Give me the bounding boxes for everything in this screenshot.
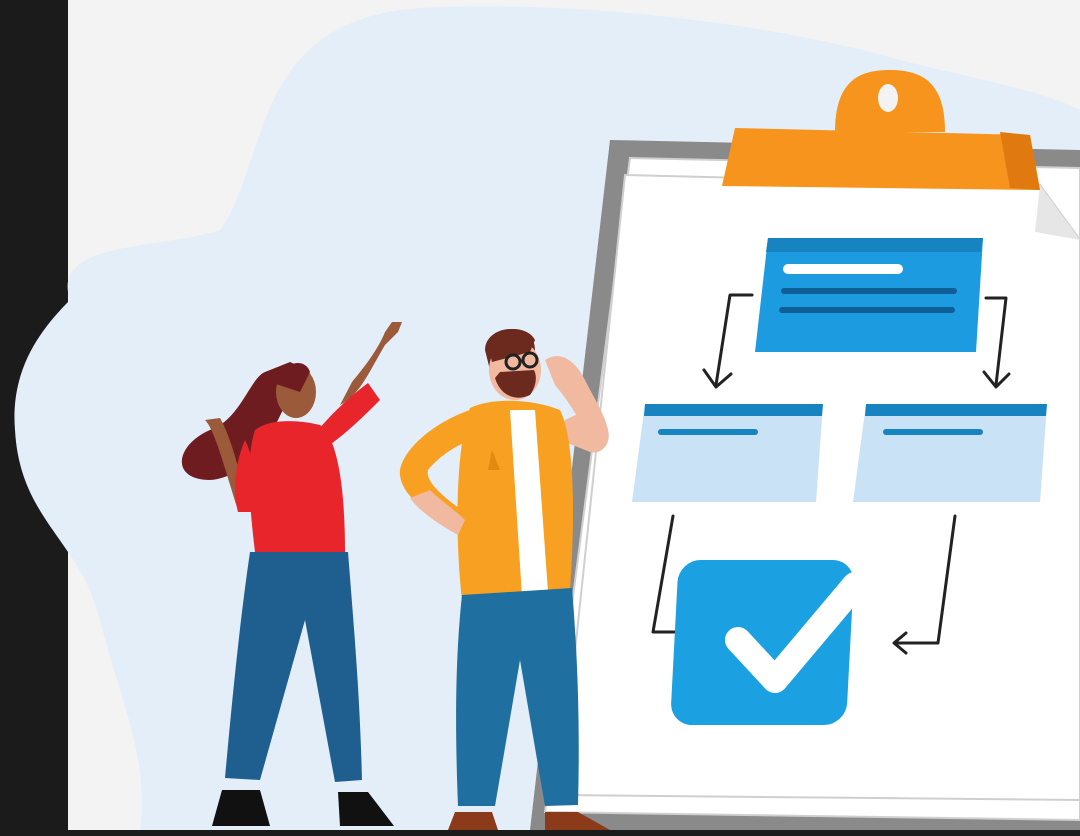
flow-left-box xyxy=(632,404,823,502)
woman-shirt xyxy=(249,421,345,552)
illustration-art xyxy=(14,6,1080,830)
checkmark-icon xyxy=(671,560,868,725)
flow-right-box xyxy=(853,404,1047,502)
illustration-stage xyxy=(0,0,1080,836)
flow-top-box xyxy=(755,238,983,352)
